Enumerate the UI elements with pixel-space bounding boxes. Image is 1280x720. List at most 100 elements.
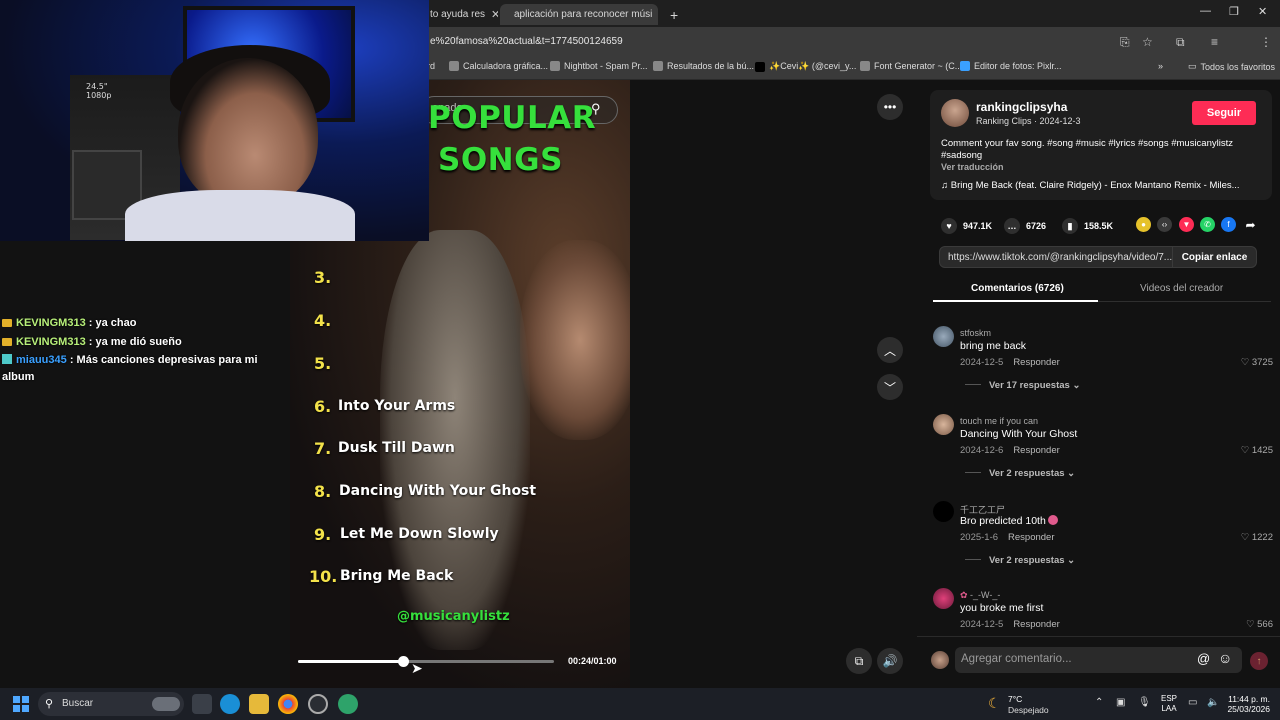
volume-button[interactable]: 🔊 (877, 648, 903, 674)
comment-like[interactable]: ♡ 3725 (1241, 357, 1273, 368)
comment-avatar[interactable] (933, 588, 954, 609)
copy-link-button[interactable]: Copiar enlace (1173, 246, 1257, 268)
user-avatar[interactable] (931, 651, 949, 669)
volume-icon[interactable]: 🔈 (1207, 697, 1219, 708)
bookmark[interactable]: Resultados de la bú... (653, 61, 754, 71)
bookmark[interactable]: Font Generator ~ (C... (860, 61, 962, 71)
new-tab-button[interactable]: + (662, 4, 686, 25)
bookmark[interactable]: Calculadora gráfica... (449, 61, 548, 71)
edge-icon[interactable] (220, 694, 240, 714)
system-clock[interactable]: 11:44 p. m. 25/03/2026 (1226, 694, 1270, 714)
creator-avatar[interactable] (941, 99, 969, 127)
close-icon[interactable]: ✕ (491, 8, 498, 21)
comment-like-count: 1222 (1251, 532, 1273, 543)
tab-creator-videos[interactable]: Videos del creador (1140, 283, 1223, 294)
progress-fill (298, 660, 401, 663)
reply-button[interactable]: Responder (1013, 619, 1059, 630)
view-replies-button[interactable]: Ver 2 respuestas ⌄ (965, 555, 1075, 566)
star-icon[interactable]: ☆ (1142, 35, 1153, 49)
display-icon[interactable]: ▭ (1188, 697, 1197, 708)
comment-avatar[interactable] (933, 414, 954, 435)
obs-icon[interactable] (308, 694, 328, 714)
menu-icon[interactable]: ⋮ (1260, 35, 1272, 49)
video-title-line1: POPULAR (428, 100, 597, 136)
reply-button[interactable]: Responder (1013, 445, 1059, 456)
bookmark[interactable]: Nightbot - Spam Pr... (550, 61, 648, 71)
miniplayer-button[interactable]: ⧉ (846, 648, 872, 674)
moon-icon[interactable]: ☾ (988, 695, 1001, 712)
embed-icon[interactable]: ‹› (1157, 217, 1172, 232)
comment-meta: 2024-12-5 Responder (960, 619, 1060, 630)
chat-user: KEVINGM313 (16, 336, 86, 348)
browser-tab[interactable]: to ayuda res ✕ (422, 4, 498, 25)
chevron-up-icon[interactable]: ⌃ (1095, 697, 1103, 708)
comment-like[interactable]: ♡ 1425 (1241, 445, 1273, 456)
rank-number: 6. (314, 397, 332, 416)
comment-like[interactable]: ♡ 1222 (1241, 532, 1273, 543)
language-indicator[interactable]: ESP LAA (1161, 694, 1177, 714)
comment-button[interactable]: … 6726 (1004, 218, 1046, 234)
browser-tab-active[interactable]: aplicación para reconocer músi ✕ (500, 4, 658, 25)
send-icon[interactable]: ▼ (1179, 217, 1194, 232)
facebook-icon[interactable]: f (1221, 217, 1236, 232)
comment-user[interactable]: stfoskm (960, 328, 991, 338)
windows-start-icon[interactable] (13, 696, 29, 712)
font-icon (860, 61, 870, 71)
close-window-icon[interactable]: ✕ (1258, 5, 1267, 18)
music-title: Bring Me Back (feat. Claire Ridgely) - E… (950, 180, 1240, 191)
search-icon: ⚲ (45, 698, 54, 710)
file-explorer-icon[interactable] (249, 694, 269, 714)
next-video-button[interactable]: ﹀ (877, 374, 903, 400)
whatsapp-icon[interactable]: ✆ (1200, 217, 1215, 232)
mention-icon[interactable]: @ (1197, 651, 1210, 666)
like-button[interactable]: ♥ 947.1K (941, 218, 992, 234)
tray-app-icon[interactable]: ▣ (1116, 697, 1125, 708)
install-icon[interactable]: ⎘ (1120, 35, 1130, 50)
creator-name[interactable]: rankingclipsyha (976, 100, 1067, 114)
comment-avatar[interactable] (933, 326, 954, 347)
save-button[interactable]: ▮ 158.5K (1062, 218, 1113, 234)
previous-video-button[interactable]: ︿ (877, 337, 903, 363)
send-comment-button[interactable]: ↑ (1250, 652, 1268, 670)
task-view-icon[interactable] (192, 694, 212, 714)
comment-avatar[interactable] (933, 501, 954, 522)
progress-bar[interactable] (298, 660, 554, 663)
heart-outline-icon: ♡ (1240, 445, 1252, 456)
extensions-icon[interactable]: ⧉ (1176, 35, 1185, 50)
comment-user[interactable]: ✿ -_-W-_- (960, 590, 1000, 601)
follow-button[interactable]: Seguir (1192, 101, 1256, 125)
bookmark[interactable]: Editor de fotos: Pixlr... (960, 61, 1062, 71)
bookmark[interactable]: ✨Cevi✨ (@cevi_y... (755, 61, 856, 72)
view-replies-button[interactable]: Ver 17 respuestas ⌄ (965, 380, 1080, 391)
microphone-icon[interactable]: 🎙 (1138, 697, 1151, 708)
more-options-button[interactable]: ••• (877, 94, 903, 120)
chevron-right-icon[interactable]: » (1158, 61, 1163, 71)
comment-user-name: -_-W-_- (970, 590, 1001, 600)
comment-user[interactable]: touch me if you can (960, 416, 1038, 426)
tab-comments[interactable]: Comentarios (6726) (971, 283, 1064, 294)
lang-primary: ESP (1161, 694, 1178, 703)
calculator-icon (449, 61, 459, 71)
translate-link[interactable]: Ver traducción (941, 162, 1004, 172)
share-arrow-icon[interactable]: ➦ (1243, 217, 1258, 232)
heart-icon: ♥ (941, 218, 957, 234)
app-icon[interactable] (338, 694, 358, 714)
view-replies-button[interactable]: Ver 2 respuestas ⌄ (965, 468, 1075, 479)
reply-button[interactable]: Responder (1008, 532, 1054, 543)
search-highlight-icon[interactable] (152, 697, 180, 711)
tab-underline (933, 300, 1098, 302)
restore-icon[interactable]: ❐ (1229, 5, 1239, 18)
media-icon[interactable]: ≡ (1211, 35, 1218, 49)
emoji-picker-icon[interactable]: ☺ (1218, 650, 1232, 666)
all-favorites[interactable]: ▭ Todos los favoritos (1188, 61, 1275, 72)
music-link[interactable]: ♫ Bring Me Back (feat. Claire Ridgely) -… (941, 180, 1261, 191)
progress-knob[interactable] (398, 656, 409, 667)
video-link-field[interactable]: https://www.tiktok.com/@rankingclipsyha/… (939, 246, 1173, 268)
clock-time: 11:44 p. m. (1228, 694, 1270, 704)
comment-like[interactable]: ♡ 566 (1246, 619, 1273, 630)
chrome-icon[interactable] (278, 694, 298, 714)
reply-button[interactable]: Responder (1013, 357, 1059, 368)
coin-icon[interactable]: ● (1136, 217, 1151, 232)
url-text[interactable]: e%20famosa%20actual&t=1774500124659 (430, 36, 623, 47)
minimize-icon[interactable]: — (1200, 5, 1211, 17)
